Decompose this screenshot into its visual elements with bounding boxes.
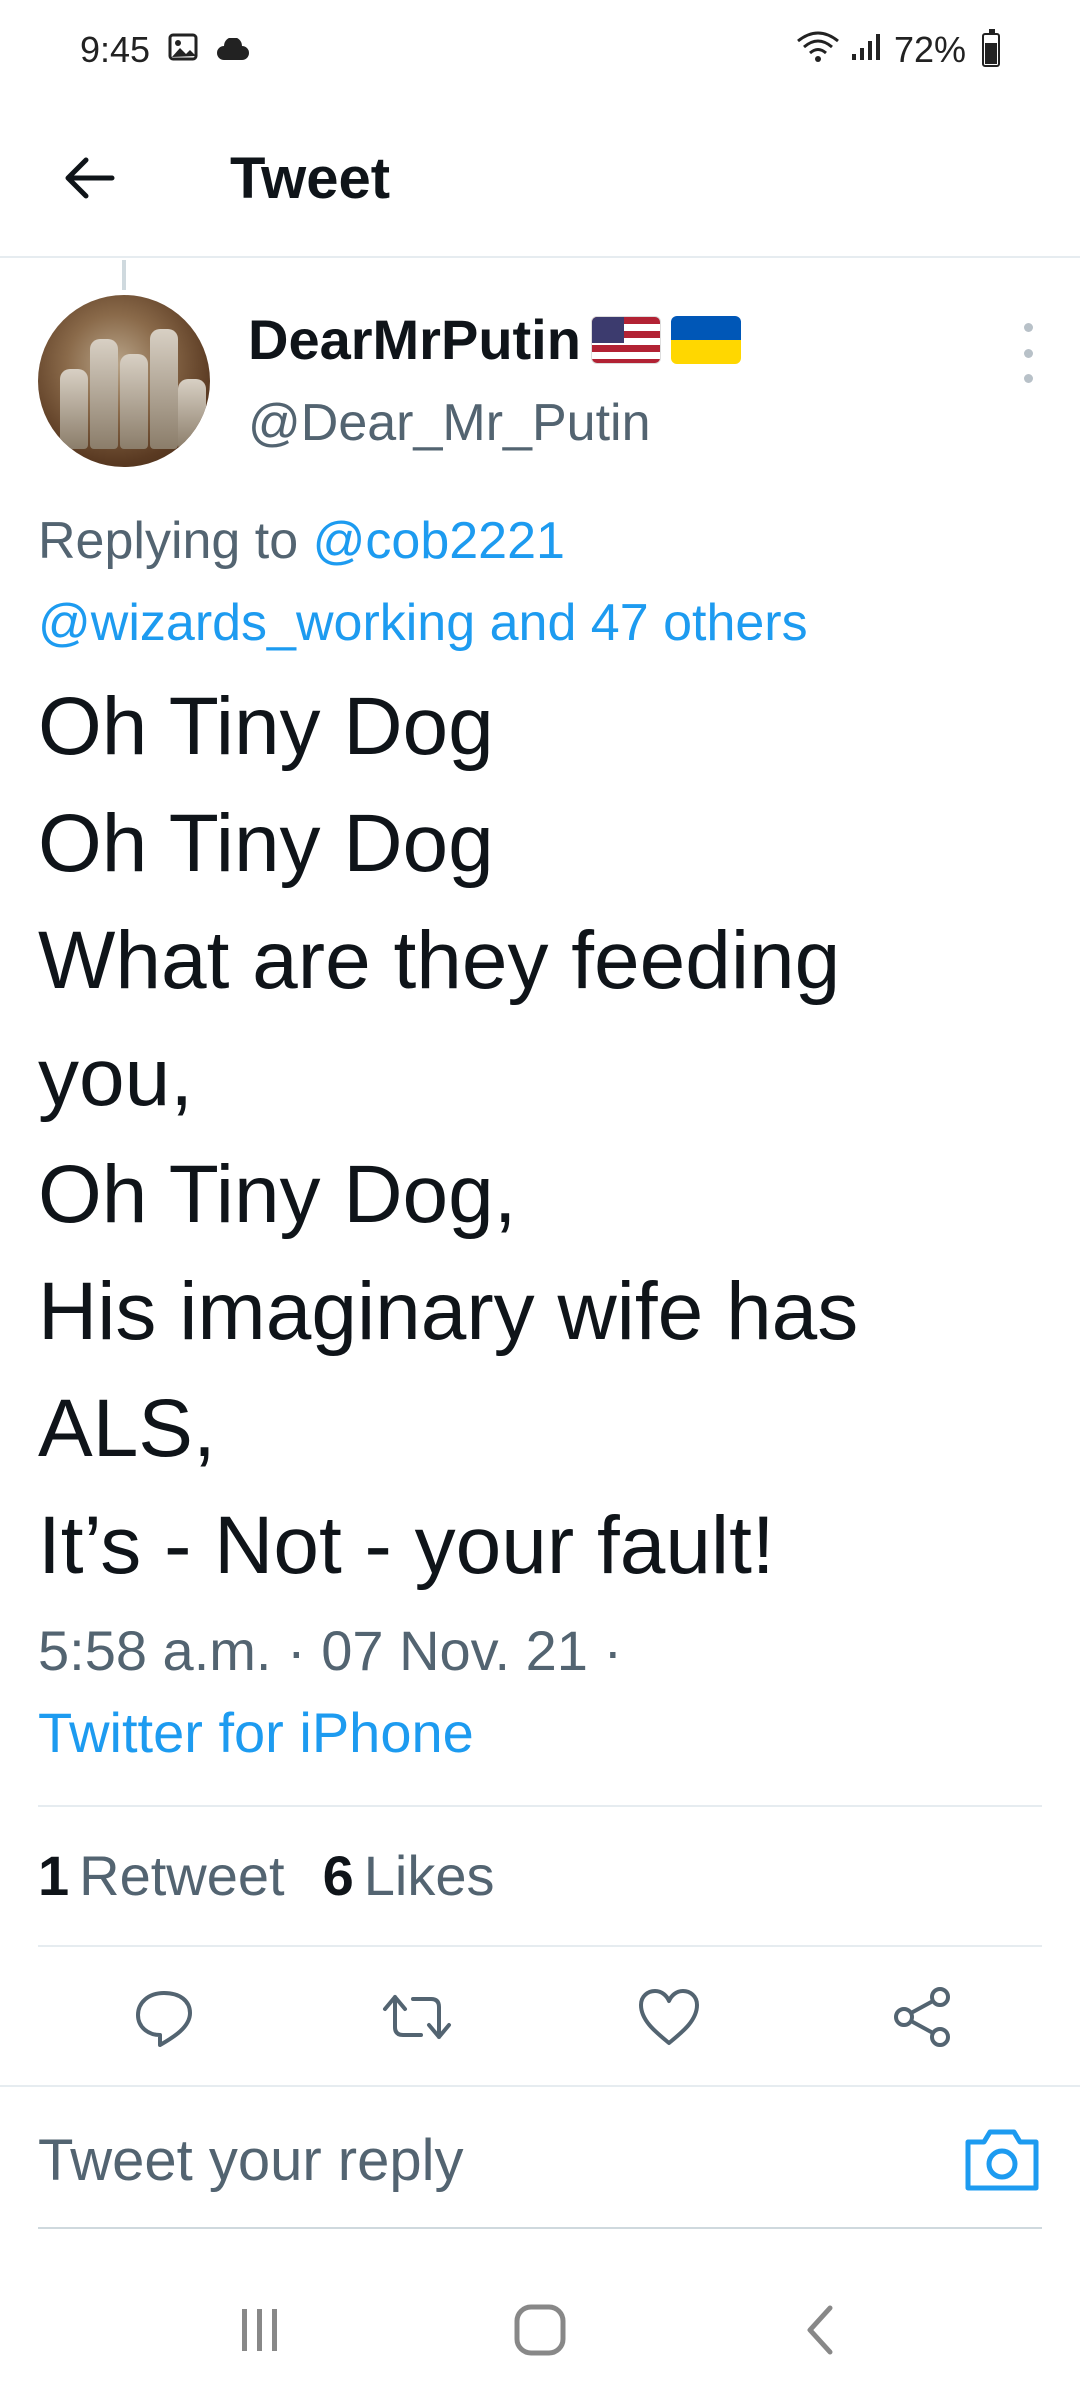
retweets-label: Retweet xyxy=(79,1843,285,1907)
more-dot xyxy=(1023,374,1033,383)
tweet-line: Oh Tiny Dog xyxy=(38,798,494,889)
us-flag-icon xyxy=(590,315,661,364)
retweets-count: 1 xyxy=(38,1843,70,1907)
tweet-line: His imaginary wife has xyxy=(38,1266,859,1357)
image-icon xyxy=(168,29,198,71)
tweet-timestamp[interactable]: 5:58 a.m. · 07 Nov. 21 · xyxy=(38,1610,1048,1692)
home-icon xyxy=(514,2304,566,2356)
camera-button[interactable] xyxy=(962,2122,1042,2197)
recents-icon xyxy=(242,2309,277,2351)
user-handle[interactable]: @Dear_Mr_Putin xyxy=(248,393,651,453)
status-bar: 9:45 72% xyxy=(0,0,1080,100)
reply-bar: Tweet your reply xyxy=(0,2085,1080,2230)
status-time: 9:45 xyxy=(80,29,151,70)
app-bar: Tweet xyxy=(0,100,1080,258)
display-name[interactable]: DearMrPutin xyxy=(248,307,741,372)
tweet-line: ALS, xyxy=(38,1383,216,1474)
tweet-text: Oh Tiny Dog Oh Tiny Dog What are they fe… xyxy=(38,668,1048,1604)
tweet-header: DearMrPutin @Dear_Mr_Putin xyxy=(38,295,1048,470)
display-name-text: DearMrPutin xyxy=(248,308,581,371)
reply-icon xyxy=(136,1991,193,2047)
battery-icon xyxy=(982,29,1000,67)
status-left: 9:45 xyxy=(80,29,250,71)
tweet-source-link[interactable]: Twitter for iPhone xyxy=(38,1692,1048,1774)
system-nav-bar xyxy=(0,2260,1080,2400)
cloud-icon xyxy=(216,29,250,71)
arrow-left-icon xyxy=(65,157,115,199)
page-title: Tweet xyxy=(230,145,391,211)
tweet-meta: 5:58 a.m. · 07 Nov. 21 · Twitter for iPh… xyxy=(38,1610,1048,1774)
retweets-stat[interactable]: 1 Retweet xyxy=(38,1843,285,1908)
thread-line xyxy=(122,260,126,290)
reply-button[interactable] xyxy=(119,1972,209,2062)
retweet-button[interactable] xyxy=(372,1972,462,2062)
tweet-line: What are they feeding xyxy=(38,915,841,1006)
status-right: 72% xyxy=(796,29,1000,72)
tweet-actions xyxy=(38,1962,1048,2072)
battery-percent: 72% xyxy=(893,29,966,70)
tweet-line: you, xyxy=(38,1032,193,1123)
replying-to: Replying to @cob2221 @wizards_working an… xyxy=(38,500,1048,664)
more-dot xyxy=(1023,323,1033,332)
tweet-line: Oh Tiny Dog, xyxy=(38,1149,517,1240)
share-icon xyxy=(893,1987,950,2047)
tweet-line: Oh Tiny Dog xyxy=(38,681,494,772)
likes-count: 6 xyxy=(322,1843,354,1907)
divider xyxy=(38,1945,1042,1947)
reply-underline xyxy=(38,2227,1042,2229)
chevron-left-icon xyxy=(807,2305,833,2355)
replying-user-link[interactable]: @cob2221 xyxy=(313,512,565,570)
recents-button[interactable] xyxy=(220,2290,300,2370)
ukraine-flag-icon xyxy=(670,315,741,364)
more-options-button[interactable] xyxy=(1008,323,1048,383)
signal-icon xyxy=(850,29,884,71)
tweet-line: It’s - Not - your fault! xyxy=(38,1500,775,1591)
avatar[interactable] xyxy=(38,295,210,467)
tweet-stats: 1 Retweet 6 Likes xyxy=(38,1830,1048,1920)
retweet-icon xyxy=(382,1995,451,2039)
home-button[interactable] xyxy=(500,2290,580,2370)
back-button[interactable] xyxy=(45,133,135,223)
replying-others-link[interactable]: @wizards_working and 47 others xyxy=(38,582,1048,664)
reply-input[interactable]: Tweet your reply xyxy=(38,2115,918,2205)
replying-line-1: Replying to @cob2221 xyxy=(38,500,1048,582)
likes-label: Likes xyxy=(363,1843,495,1907)
replying-prefix: Replying to xyxy=(38,512,313,570)
heart-icon xyxy=(639,1989,700,2045)
wifi-icon xyxy=(796,29,840,72)
like-button[interactable] xyxy=(624,1972,714,2062)
divider xyxy=(38,1805,1042,1807)
likes-stat[interactable]: 6 Likes xyxy=(323,1843,495,1908)
more-dot xyxy=(1023,348,1033,358)
system-back-button[interactable] xyxy=(780,2290,860,2370)
share-button[interactable] xyxy=(877,1972,967,2062)
camera-icon xyxy=(965,2129,1039,2191)
